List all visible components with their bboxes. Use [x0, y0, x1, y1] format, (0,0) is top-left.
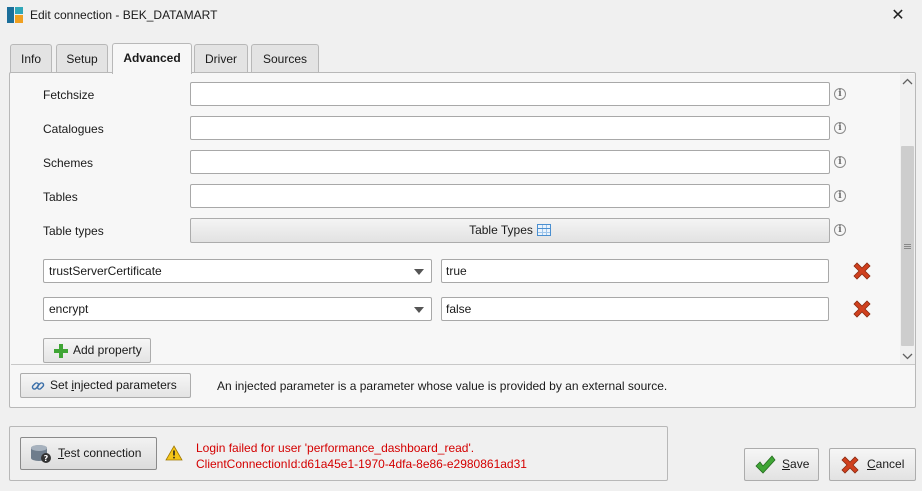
- tables-input[interactable]: [190, 184, 830, 208]
- close-window-button[interactable]: ✕: [884, 4, 912, 28]
- fetchsize-label: Fetchsize: [43, 88, 95, 102]
- tables-info-icon[interactable]: i: [834, 190, 846, 202]
- tab-advanced[interactable]: Advanced: [112, 43, 192, 74]
- test-connection-panel: ? Test connection Login failed for user …: [9, 426, 668, 481]
- advanced-panel: Fetchsize i Catalogues i Schemes i Table…: [9, 72, 916, 408]
- tab-setup[interactable]: Setup: [56, 44, 108, 73]
- tab-sources[interactable]: Sources: [251, 44, 319, 73]
- tab-info[interactable]: Info: [10, 44, 52, 73]
- table-grid-icon: [536, 224, 551, 236]
- fetchsize-info-icon[interactable]: i: [834, 88, 846, 100]
- scrollbar-thumb[interactable]: [901, 146, 914, 346]
- error-line-2: ClientConnectionId:d61a45e1-1970-4dfa-8e…: [196, 457, 527, 471]
- table-types-info-icon[interactable]: i: [834, 224, 846, 236]
- chevron-down-icon: [414, 269, 424, 275]
- tables-label: Tables: [43, 190, 78, 204]
- table-types-button[interactable]: Table Types: [190, 218, 830, 243]
- save-label: Save: [782, 457, 810, 471]
- add-property-label: Add property: [73, 343, 142, 357]
- injected-parameter-description: An injected parameter is a parameter who…: [217, 379, 668, 393]
- scroll-up-icon[interactable]: [902, 77, 913, 87]
- set-injected-parameters-button[interactable]: Set injected parameters: [20, 373, 191, 398]
- connection-error-message: Login failed for user 'performance_dashb…: [196, 440, 527, 472]
- test-connection-button[interactable]: ? Test connection: [20, 437, 157, 470]
- warning-icon: [165, 445, 183, 461]
- checkmark-icon: [755, 455, 776, 474]
- fetchsize-input[interactable]: [190, 82, 830, 106]
- delete-property-icon[interactable]: [851, 298, 873, 320]
- property-key-value: encrypt: [49, 302, 89, 316]
- schemes-info-icon[interactable]: i: [834, 156, 846, 168]
- set-injected-parameters-label: Set injected parameters: [50, 378, 177, 392]
- schemes-label: Schemes: [43, 156, 94, 170]
- grip-icon: [904, 244, 911, 249]
- save-button[interactable]: Save: [744, 448, 819, 481]
- catalogues-input[interactable]: [190, 116, 830, 140]
- delete-property-icon[interactable]: [851, 260, 873, 282]
- schemes-input[interactable]: [190, 150, 830, 174]
- property-value-input[interactable]: false: [441, 297, 829, 321]
- scroll-down-icon[interactable]: [902, 351, 913, 361]
- property-value-input[interactable]: true: [441, 259, 829, 283]
- window-title: Edit connection - BEK_DATAMART: [30, 8, 218, 22]
- table-types-button-label: Table Types: [469, 223, 533, 237]
- error-line-1: Login failed for user 'performance_dashb…: [196, 441, 475, 455]
- advanced-scroll-area: Fetchsize i Catalogues i Schemes i Table…: [11, 74, 915, 365]
- vertical-scrollbar[interactable]: [900, 74, 915, 364]
- plus-icon: [54, 344, 68, 358]
- chevron-down-icon: [414, 307, 424, 313]
- cancel-x-icon: [841, 456, 859, 474]
- app-logo-icon: [7, 7, 23, 23]
- test-connection-label: Test connection: [58, 446, 142, 460]
- property-key-select[interactable]: encrypt: [43, 297, 432, 321]
- catalogues-info-icon[interactable]: i: [834, 122, 846, 134]
- table-types-label: Table types: [43, 224, 104, 238]
- add-property-button[interactable]: Add property: [43, 338, 151, 363]
- catalogues-label: Catalogues: [43, 122, 104, 136]
- cancel-label: Cancel: [867, 457, 905, 471]
- link-icon: [31, 382, 45, 390]
- svg-text:?: ?: [44, 454, 49, 463]
- property-key-select[interactable]: trustServerCertificate: [43, 259, 432, 283]
- database-test-icon: ?: [31, 445, 51, 463]
- title-bar: Edit connection - BEK_DATAMART ✕: [0, 0, 922, 32]
- cancel-button[interactable]: Cancel: [829, 448, 916, 481]
- property-key-value: trustServerCertificate: [49, 264, 162, 278]
- tab-driver[interactable]: Driver: [194, 44, 248, 73]
